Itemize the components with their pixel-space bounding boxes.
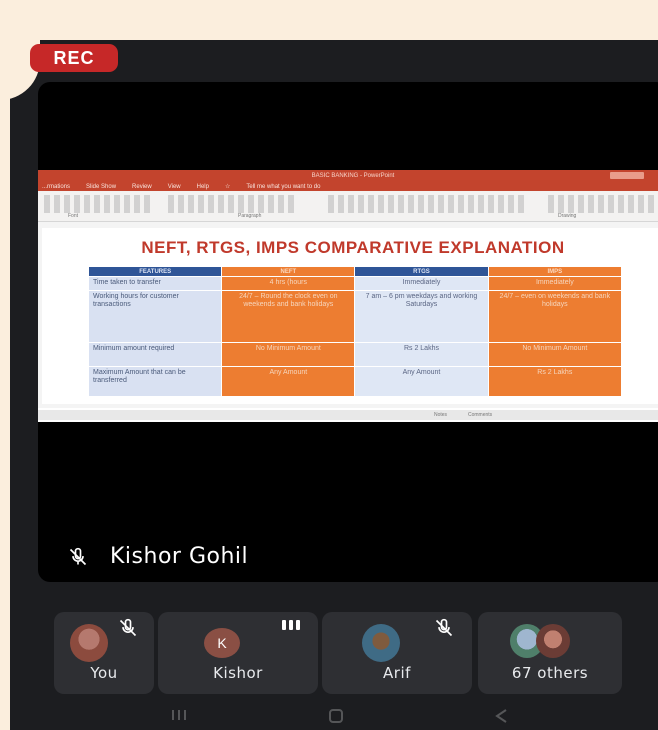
speaker-name: Kishor Gohil <box>110 544 249 569</box>
neft-cell: Any Amount <box>221 366 356 397</box>
column-header: NEFT <box>221 266 356 277</box>
feature-cell: Working hours for customer transactions <box>87 290 223 343</box>
imps-cell: Immediately <box>487 276 623 291</box>
participant-tile-others[interactable]: 67 others <box>478 612 622 694</box>
participant-label: You <box>90 664 118 682</box>
participant-label: 67 others <box>511 664 589 682</box>
participant-tile-you[interactable]: You <box>54 612 154 694</box>
recording-badge: REC <box>30 44 118 72</box>
avatar: K <box>204 628 240 658</box>
mic-off-icon <box>119 618 137 637</box>
feature-cell: Maximum Amount that can be transferred <box>87 366 223 397</box>
table-row: Working hours for customer transactions … <box>87 290 623 343</box>
notes-status: Notes <box>434 412 448 418</box>
ppt-menu-item: Review <box>132 183 152 190</box>
participant-tile-kishor[interactable]: K Kishor <box>158 612 318 694</box>
recent-apps-icon[interactable] <box>170 708 188 722</box>
ppt-menu-item: Help <box>196 183 209 190</box>
rtgs-cell: Immediately <box>354 276 489 291</box>
imps-cell: 24/7 – even on weekends and bank holiday… <box>487 290 623 343</box>
paragraph-group-label: Paragraph <box>238 213 262 219</box>
neft-cell: 4 hrs (hours <box>221 276 356 291</box>
ppt-title-bar: BASIC BANKING - PowerPoint <box>38 170 658 182</box>
ppt-window-title: BASIC BANKING - PowerPoint <box>311 173 395 179</box>
rtgs-cell: Rs 2 Lakhs <box>354 342 489 367</box>
avatar <box>70 624 108 662</box>
neft-cell: 24/7 – Round the clock even on weekends … <box>221 290 356 343</box>
table-row: Minimum amount required No Minimum Amoun… <box>87 342 623 367</box>
android-nav-bar <box>10 700 658 730</box>
column-header: FEATURES <box>87 266 223 277</box>
meeting-app: BASIC BANKING - PowerPoint ...rmations S… <box>10 0 658 730</box>
rtgs-cell: 7 am – 6 pm weekdays and working Saturda… <box>354 290 489 343</box>
ppt-menu-item: View <box>167 183 181 190</box>
feature-cell: Time taken to transfer <box>87 276 223 291</box>
paragraph-controls <box>168 195 298 213</box>
font-group-label: Font <box>68 213 79 219</box>
imps-cell: Rs 2 Lakhs <box>487 366 623 397</box>
feature-cell: Minimum amount required <box>87 342 223 367</box>
font-controls <box>44 195 154 213</box>
imps-cell: No Minimum Amount <box>487 342 623 367</box>
comments-status: Comments <box>468 412 493 418</box>
ppt-status-bar: Notes Comments <box>38 410 658 420</box>
slide-area: NEFT, RTGS, IMPS COMPARATIVE EXPLANATION… <box>38 222 658 408</box>
participant-tile-arif[interactable]: Arif <box>322 612 472 694</box>
table-row: Maximum Amount that can be transferred A… <box>87 366 623 397</box>
drawing-group-label: Drawing <box>558 213 577 219</box>
ppt-menu-item: ...rmations <box>42 183 71 190</box>
neft-cell: No Minimum Amount <box>221 342 356 367</box>
home-icon[interactable] <box>328 708 344 724</box>
editing-controls <box>548 195 658 213</box>
slide-heading: NEFT, RTGS, IMPS COMPARATIVE EXPLANATION <box>141 238 565 257</box>
main-video-tile[interactable]: BASIC BANKING - PowerPoint ...rmations S… <box>38 82 658 582</box>
ppt-ribbon: Font Paragraph Drawing <box>38 191 658 222</box>
mic-off-icon <box>69 547 87 565</box>
back-icon[interactable] <box>494 708 508 724</box>
slide-page: NEFT, RTGS, IMPS COMPARATIVE EXPLANATION… <box>42 228 658 404</box>
avatar <box>536 624 570 658</box>
comparison-table: FEATURES NEFT RTGS IMPS Time taken to tr… <box>87 266 623 397</box>
column-header: RTGS <box>354 266 489 277</box>
avatar <box>362 624 400 662</box>
participant-label: Arif <box>383 664 411 682</box>
background-border <box>0 0 658 40</box>
participant-label: Kishor <box>213 664 263 682</box>
speaker-label: Kishor Gohil <box>68 544 248 569</box>
screen-share: BASIC BANKING - PowerPoint ...rmations S… <box>38 170 658 422</box>
column-header: IMPS <box>487 266 623 277</box>
ppt-menu-bar: ...rmations Slide Show Review View Help … <box>38 182 658 191</box>
rtgs-cell: Any Amount <box>354 366 489 397</box>
drawing-controls <box>328 195 528 213</box>
speaking-dots-icon <box>282 620 300 630</box>
mic-off-icon <box>435 618 453 637</box>
ppt-tell-me: Tell me what you want to do <box>246 183 321 190</box>
table-header-row: FEATURES NEFT RTGS IMPS <box>87 266 623 277</box>
sign-in-button <box>610 172 644 179</box>
table-row: Time taken to transfer 4 hrs (hours Imme… <box>87 276 623 291</box>
lightbulb-icon: ☆ <box>224 184 231 190</box>
ppt-menu-item: Slide Show <box>86 183 117 190</box>
